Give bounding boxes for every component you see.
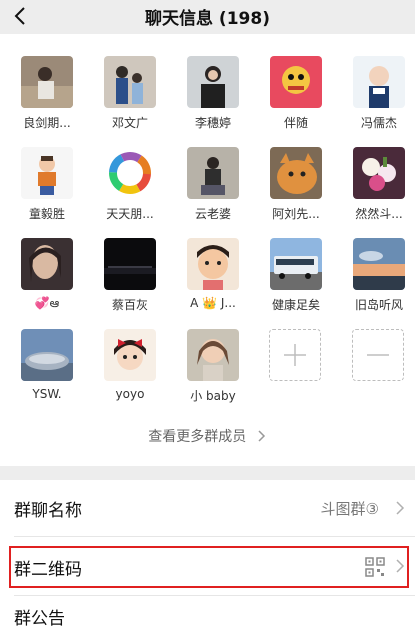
view-more-members-link[interactable]: 查看更多群成员 <box>0 426 415 446</box>
member-name: A 👑 J... <box>190 296 236 310</box>
avatar <box>21 329 73 381</box>
member-name: 💞ఆ <box>34 296 60 310</box>
page-title: 聊天信息 (198) <box>145 9 270 29</box>
member-item[interactable]: 旧岛听风 <box>340 238 415 313</box>
member-name: YSW. <box>32 387 62 401</box>
chevron-right-icon <box>396 501 405 515</box>
avatar <box>21 56 73 108</box>
avatar <box>353 147 405 199</box>
avatar <box>104 56 156 108</box>
avatar <box>104 238 156 290</box>
group-name-row[interactable]: 群聊名称 斗图群③ <box>0 480 415 536</box>
member-item[interactable]: 伴随 <box>257 56 335 131</box>
member-item[interactable]: 良剑期... <box>8 56 86 131</box>
member-name: 阿刘先... <box>272 207 320 221</box>
chevron-right-icon <box>258 430 265 442</box>
member-item[interactable]: A 👑 J... <box>174 238 252 310</box>
member-item[interactable]: 蔡百灰 <box>91 238 169 313</box>
avatar <box>187 147 239 199</box>
avatar <box>270 147 322 199</box>
member-name: 旧岛听风 <box>354 298 403 312</box>
member-item[interactable]: 童毅胜 <box>8 147 86 222</box>
group-name-label: 群聊名称 <box>14 501 82 521</box>
member-name: 冯儒杰 <box>360 116 397 130</box>
remove-member-button[interactable] <box>352 329 404 381</box>
avatar <box>270 56 322 108</box>
add-member-button[interactable] <box>269 329 321 381</box>
member-name: 小 baby <box>190 389 236 403</box>
member-name: 李穗婷 <box>194 116 231 130</box>
avatar <box>104 147 156 199</box>
member-item[interactable]: 李穗婷 <box>174 56 252 131</box>
member-item[interactable]: 健康足矣 <box>257 238 335 313</box>
section-separator <box>0 466 415 480</box>
avatar <box>187 329 239 381</box>
avatar <box>270 238 322 290</box>
group-name-value: 斗图群③ <box>320 500 379 518</box>
avatar <box>104 329 156 381</box>
member-name: 健康足矣 <box>271 298 320 312</box>
member-name: 蔡百灰 <box>111 298 148 312</box>
member-name: 童毅胜 <box>28 207 65 221</box>
top-bar: 聊天信息 (198) <box>0 0 415 34</box>
qr-code-icon <box>365 557 385 577</box>
member-item[interactable]: 邓文广 <box>91 56 169 131</box>
avatar <box>187 56 239 108</box>
member-item[interactable]: 然然斗... <box>340 147 415 222</box>
member-item[interactable]: 💞ఆ <box>8 238 86 313</box>
plus-icon <box>284 344 306 366</box>
avatar <box>353 238 405 290</box>
member-name: 伴随 <box>283 116 308 130</box>
member-item[interactable]: 云老婆 <box>174 147 252 222</box>
avatar <box>187 238 239 290</box>
member-name: 良剑期... <box>23 116 71 130</box>
member-name: 天天朋... <box>106 207 154 221</box>
avatar <box>21 147 73 199</box>
group-announcement-row[interactable]: 群公告 <box>0 596 415 629</box>
member-name: 邓文广 <box>111 116 148 130</box>
member-name: yoyo <box>115 387 145 401</box>
member-item[interactable]: 阿刘先... <box>257 147 335 222</box>
member-item[interactable]: 冯儒杰 <box>340 56 415 131</box>
chevron-right-icon <box>396 559 405 573</box>
avatar <box>21 238 73 290</box>
member-item[interactable]: 天天朋... <box>91 147 169 222</box>
member-name: 然然斗... <box>355 207 403 221</box>
member-grid: 良剑期... 邓文广 李穗婷 伴随 冯儒杰 童毅胜 天天朋... 云老婆 阿刘先… <box>0 34 415 464</box>
member-item[interactable]: yoyo <box>91 329 169 401</box>
view-more-label: 查看更多群成员 <box>148 429 247 445</box>
announcement-label: 群公告 <box>14 609 65 629</box>
member-item[interactable]: 小 baby <box>174 329 252 404</box>
avatar <box>353 56 405 108</box>
group-qr-code-row[interactable]: 群二维码 <box>0 537 415 595</box>
minus-icon <box>367 354 389 356</box>
member-item[interactable]: YSW. <box>8 329 86 401</box>
qr-code-label: 群二维码 <box>14 560 82 580</box>
member-name: 云老婆 <box>194 207 231 221</box>
